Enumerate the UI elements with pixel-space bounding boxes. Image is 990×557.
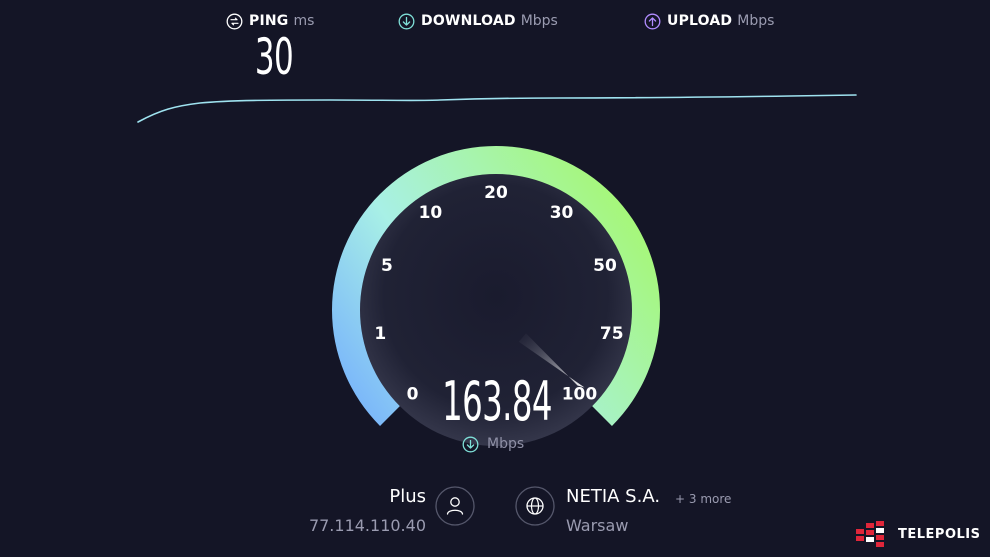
server-city: Warsaw	[566, 516, 629, 535]
globe-icon[interactable]	[515, 486, 555, 526]
gauge-tick-label: 0	[407, 384, 419, 404]
gauge-tick-label: 5	[381, 256, 393, 276]
gauge-tick-label: 30	[550, 203, 574, 223]
download-arrow-icon	[462, 436, 479, 452]
host-name: Plus	[389, 486, 426, 507]
brand-logo: TELEPOLIS	[856, 521, 980, 547]
gauge-tick-label: 75	[600, 324, 624, 344]
gauge-tick-label: 1	[374, 324, 386, 344]
current-speed-value: 163.84	[442, 370, 552, 433]
speed-gauge: 0 1 5 10 20 30 50 75 100	[332, 145, 660, 446]
gauge-tick-label: 10	[419, 203, 443, 223]
gauge-tick-label: 20	[484, 183, 508, 203]
server-more-link[interactable]: + 3 more	[675, 492, 731, 506]
brand-name: TELEPOLIS	[898, 526, 981, 542]
current-speed-unit: Mbps	[462, 434, 524, 454]
host-ip: 77.114.110.40	[308, 516, 426, 535]
gauge-tick-label: 100	[562, 384, 598, 404]
user-icon[interactable]	[435, 486, 475, 526]
speed-unit-label: Mbps	[487, 436, 525, 452]
gauge-tick-label: 50	[593, 256, 617, 276]
server-name[interactable]: NETIA S.A.	[566, 486, 660, 507]
telepolis-logo-icon	[856, 521, 884, 547]
